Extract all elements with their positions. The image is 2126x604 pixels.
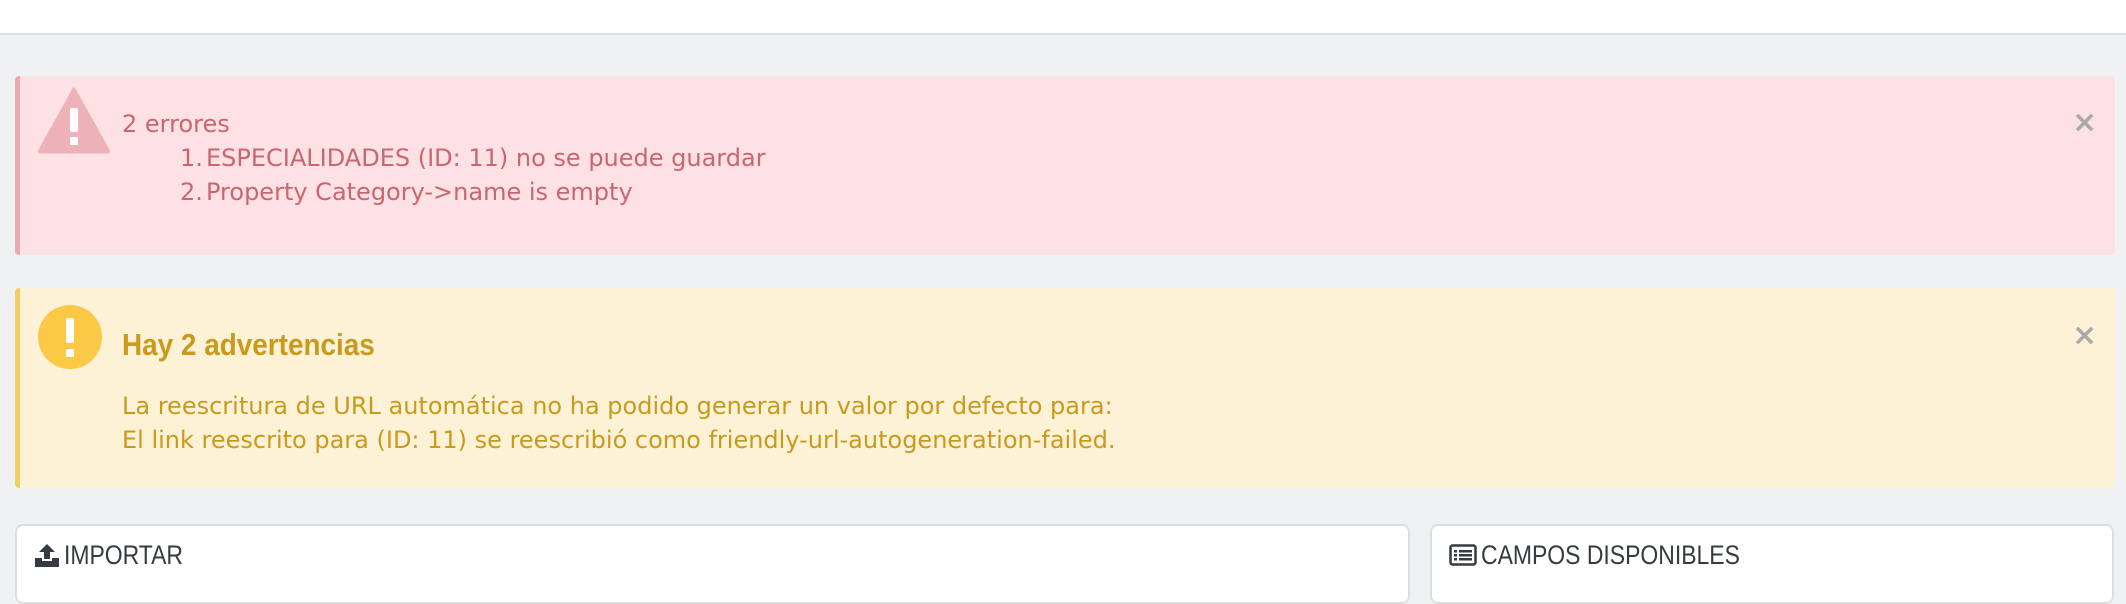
available-fields-panel: CAMPOS DISPONIBLES: [1430, 524, 2114, 604]
available-fields-panel-heading: CAMPOS DISPONIBLES: [1449, 540, 1786, 570]
close-warning-alert-button[interactable]: ×: [2072, 321, 2097, 351]
warning-message: La reescritura de URL automática no ha p…: [122, 389, 1116, 457]
error-list: 1. ESPECIALIDADES (ID: 11) no se puede g…: [180, 141, 766, 209]
warning-line: La reescritura de URL automática no ha p…: [122, 392, 1113, 420]
error-alert: 2 errores 1. ESPECIALIDADES (ID: 11) no …: [15, 76, 2115, 255]
warning-triangle-icon: [38, 87, 110, 154]
import-panel-heading: IMPORTAR: [34, 540, 204, 570]
error-list-item: 2. Property Category->name is empty: [180, 175, 766, 209]
error-item-text: Property Category->name is empty: [206, 178, 633, 206]
import-panel: IMPORTAR: [15, 524, 1410, 604]
upload-icon: [35, 544, 59, 567]
list-icon: [1449, 544, 1477, 566]
import-panel-title: IMPORTAR: [64, 540, 184, 570]
warning-line: El link reescrito para (ID: 11) se reesc…: [122, 426, 1116, 454]
top-header-bar: [0, 0, 2126, 35]
available-fields-panel-title: CAMPOS DISPONIBLES: [1481, 540, 1740, 570]
warning-alert-title: Hay 2 advertencias: [122, 327, 375, 362]
error-item-number: 1.: [180, 144, 203, 172]
error-item-text: ESPECIALIDADES (ID: 11) no se puede guar…: [206, 144, 766, 172]
close-error-alert-button[interactable]: ×: [2072, 108, 2097, 138]
error-count-heading: 2 errores: [122, 110, 230, 138]
error-item-number: 2.: [180, 178, 203, 206]
warning-alert: Hay 2 advertencias La reescritura de URL…: [15, 288, 2115, 488]
exclamation-circle-icon: [38, 305, 102, 369]
error-list-item: 1. ESPECIALIDADES (ID: 11) no se puede g…: [180, 141, 766, 175]
